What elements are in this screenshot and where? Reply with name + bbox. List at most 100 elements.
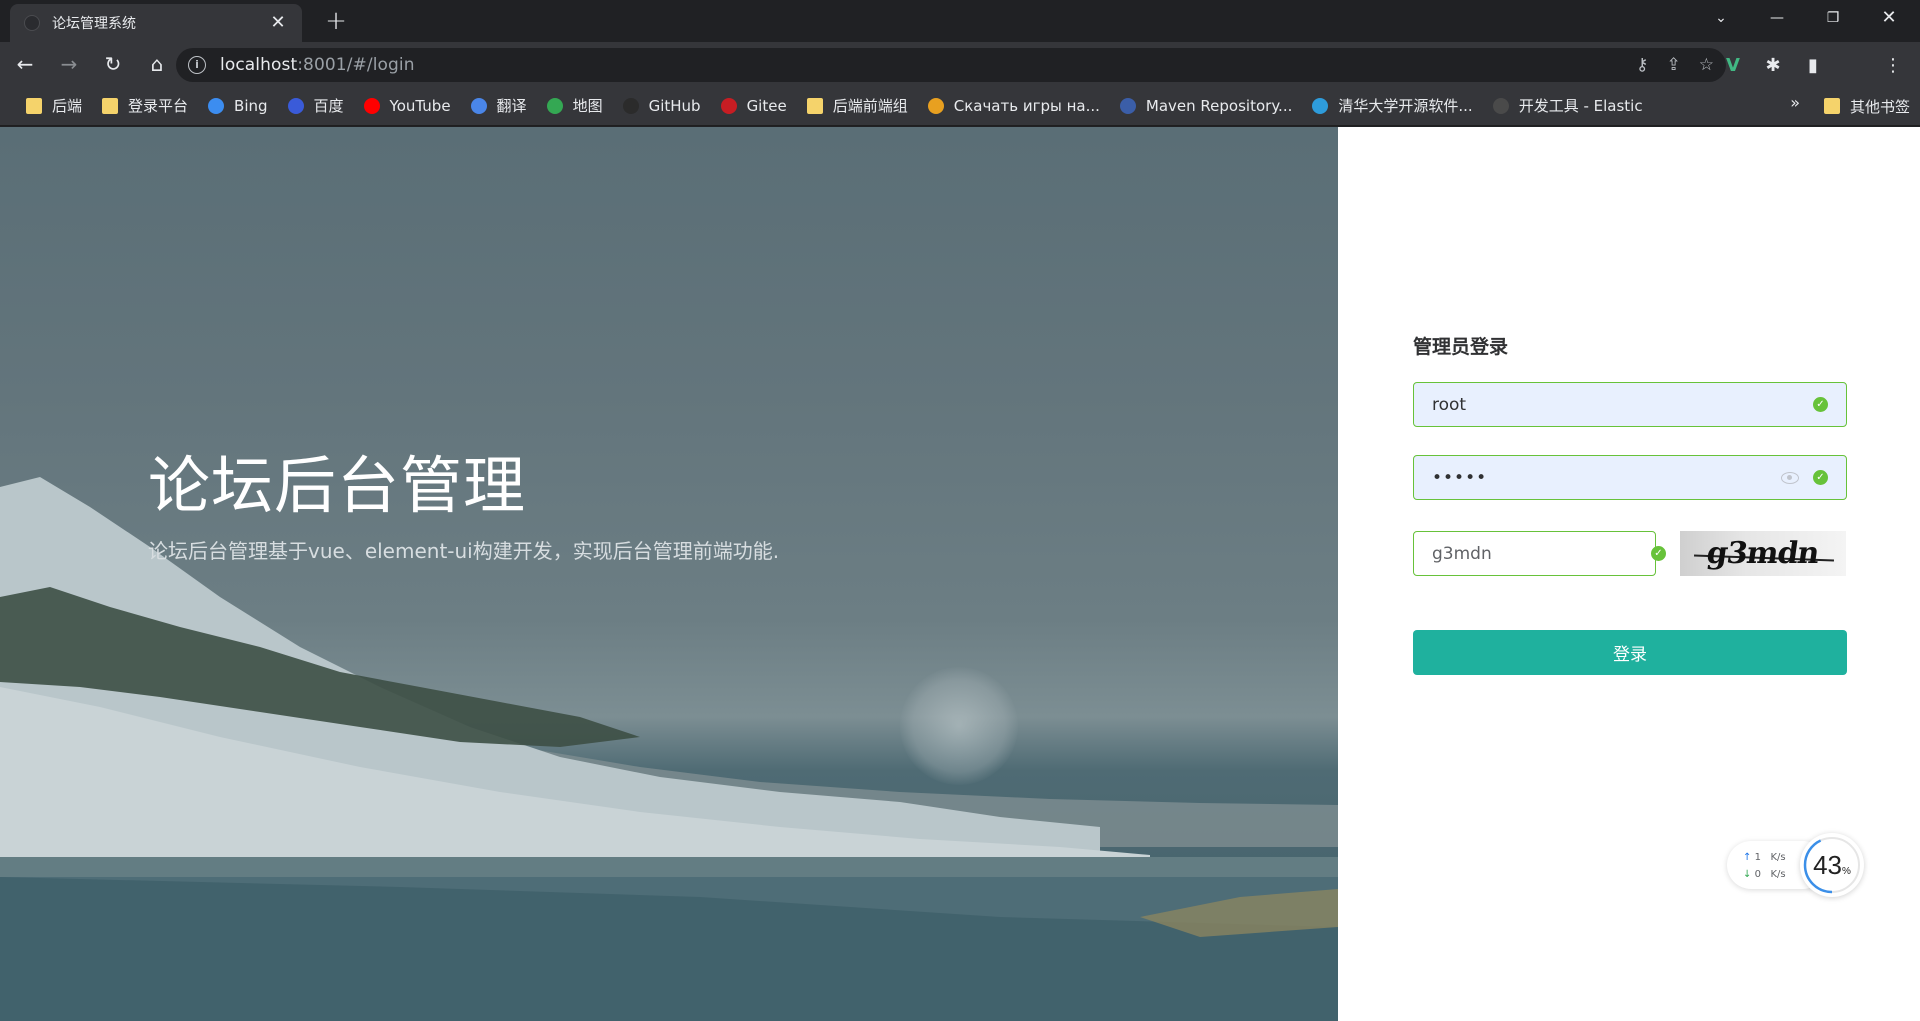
upload-unit: K/s [1770, 852, 1786, 863]
password-key-icon[interactable]: ⚷ [1636, 55, 1648, 75]
bookmarks-bar: 后端 登录平台 Bing 百度 YouTube 翻译 地图 GitHub Gitee 后端前端组 С… [0, 86, 1920, 126]
extensions-puzzle-icon[interactable]: ✱ [1756, 48, 1790, 82]
captcha-image-text: g3mdn [1704, 536, 1822, 571]
bookmark-item[interactable]: 百度 [280, 92, 352, 120]
github-icon [622, 97, 639, 114]
youtube-icon [363, 97, 380, 114]
folder-icon [26, 97, 42, 114]
minimize-button[interactable]: — [1754, 0, 1800, 36]
side-panel-icon[interactable]: ▮ [1796, 48, 1830, 82]
hero-background: 论坛后台管理 论坛后台管理基于vue、element-ui构建开发，实现后台管理… [0, 127, 1338, 1021]
bookmark-label: 地图 [572, 97, 603, 115]
bookmark-label: 百度 [313, 97, 344, 115]
login-page: 论坛后台管理 论坛后台管理基于vue、element-ui构建开发，实现后台管理… [0, 127, 1920, 1021]
bookmark-label: 后端 [52, 97, 83, 115]
bookmark-item[interactable]: 地图 [539, 92, 611, 120]
hero-landscape [0, 477, 1338, 1021]
close-window-button[interactable]: ✕ [1866, 0, 1912, 36]
bookmark-label: 开发工具 - Elastic [1518, 97, 1643, 115]
translate-icon [470, 97, 487, 114]
folder-icon [806, 97, 823, 114]
bookmark-item[interactable]: Скачать игры на... [920, 92, 1108, 120]
bookmark-item[interactable]: 后端 [18, 92, 90, 120]
url-text: localhost:8001/#/login [220, 55, 415, 75]
bookmark-item[interactable]: 登录平台 [94, 92, 196, 120]
bookmark-label: 清华大学开源软件... [1338, 97, 1473, 115]
login-form: 管理员登录 ✓ ✓ ✓ g3mdn 登录 [1413, 332, 1847, 675]
site-info-icon[interactable]: i [188, 56, 206, 74]
gitee-icon [720, 97, 737, 114]
username-input[interactable] [1432, 394, 1813, 415]
valid-check-icon: ✓ [1651, 546, 1666, 561]
other-bookmarks-folder[interactable]: 其他书签 [1823, 86, 1910, 126]
login-title: 管理员登录 [1413, 336, 1509, 358]
baidu-icon [287, 97, 304, 114]
bookmark-label: 后端前端组 [832, 97, 908, 115]
menu-kebab-icon[interactable]: ⋮ [1876, 48, 1910, 82]
maps-pin-icon [546, 97, 563, 114]
tab-favicon-icon [24, 15, 40, 31]
bookmark-item[interactable]: 清华大学开源软件... [1304, 92, 1480, 120]
vue-devtools-icon[interactable]: V [1716, 48, 1750, 82]
elastic-icon [1492, 97, 1509, 114]
bookmark-label: YouTube [389, 96, 451, 115]
other-bookmarks-label: 其他书签 [1849, 97, 1910, 116]
upload-speed: 1 [1754, 852, 1761, 863]
bookmark-item[interactable]: GitHub [615, 92, 709, 120]
bookmark-item[interactable]: Maven Repository... [1112, 92, 1300, 120]
tab-close-icon[interactable]: ✕ [268, 14, 288, 32]
bookmark-label: Gitee [746, 96, 787, 115]
forward-button[interactable]: → [50, 45, 88, 83]
bookmark-label: GitHub [648, 96, 701, 115]
password-field[interactable]: ✓ [1413, 455, 1847, 500]
memory-usage-circle: 43% [1800, 833, 1864, 897]
usage-percent: 43% [1813, 849, 1851, 880]
address-bar[interactable]: i localhost:8001/#/login ⚷ ⇪ ☆ [176, 48, 1726, 82]
hero-title: 论坛后台管理 [148, 449, 527, 522]
home-button[interactable]: ⌂ [138, 45, 176, 83]
password-input[interactable] [1432, 467, 1781, 488]
bookmark-item[interactable]: 后端前端组 [799, 92, 916, 120]
browser-titlebar: 论坛管理系统 ✕ + ⌄ — ❐ ✕ [0, 0, 1920, 42]
download-unit: K/s [1770, 869, 1786, 880]
show-password-eye-icon[interactable] [1781, 471, 1799, 484]
valid-check-icon: ✓ [1813, 397, 1828, 412]
bookmarks-overflow-button[interactable]: » [1790, 93, 1800, 112]
bookmark-star-icon[interactable]: ☆ [1699, 55, 1714, 75]
bookmark-label: 登录平台 [128, 97, 189, 115]
login-button[interactable]: 登录 [1413, 630, 1847, 675]
share-icon[interactable]: ⇪ [1667, 55, 1681, 75]
restore-button[interactable]: ❐ [1810, 0, 1856, 36]
captcha-input[interactable] [1432, 543, 1651, 564]
username-field[interactable]: ✓ [1413, 382, 1847, 427]
captcha-field[interactable]: ✓ [1413, 531, 1666, 576]
reload-button[interactable]: ↻ [94, 45, 132, 83]
new-tab-button[interactable]: + [320, 6, 352, 38]
network-speed-widget[interactable]: ↑ 1 K/s ↓ 0 K/s 43% [1727, 833, 1867, 897]
bookmark-label: Maven Repository... [1145, 96, 1293, 115]
folder-icon [1823, 98, 1840, 114]
captcha-image[interactable]: g3mdn [1680, 531, 1846, 576]
bookmark-label: 翻译 [496, 97, 527, 115]
tuna-icon [1312, 97, 1329, 114]
download-speed: 0 [1754, 869, 1761, 880]
game-icon [927, 97, 944, 114]
download-arrow-icon: ↓ [1743, 869, 1752, 880]
valid-check-icon: ✓ [1813, 470, 1828, 485]
bookmark-item[interactable]: Gitee [713, 92, 795, 120]
search-icon [208, 97, 225, 114]
back-button[interactable]: ← [6, 45, 44, 83]
hero-subtitle: 论坛后台管理基于vue、element-ui构建开发，实现后台管理前端功能. [148, 539, 780, 563]
tab-search-chevron-icon[interactable]: ⌄ [1698, 0, 1744, 36]
upload-arrow-icon: ↑ [1743, 852, 1752, 863]
bookmark-item[interactable]: Bing [200, 92, 276, 120]
folder-icon [102, 97, 119, 114]
bookmark-item[interactable]: 翻译 [463, 92, 535, 120]
tab-title: 论坛管理系统 [52, 16, 136, 32]
bookmark-item[interactable]: YouTube [356, 92, 459, 120]
bookmark-label: Bing [234, 96, 268, 115]
maven-icon [1119, 97, 1136, 114]
bookmark-item[interactable]: 开发工具 - Elastic [1485, 92, 1651, 120]
bookmark-label: Скачать игры на... [953, 96, 1100, 115]
browser-tab[interactable]: 论坛管理系统 ✕ [10, 4, 302, 42]
